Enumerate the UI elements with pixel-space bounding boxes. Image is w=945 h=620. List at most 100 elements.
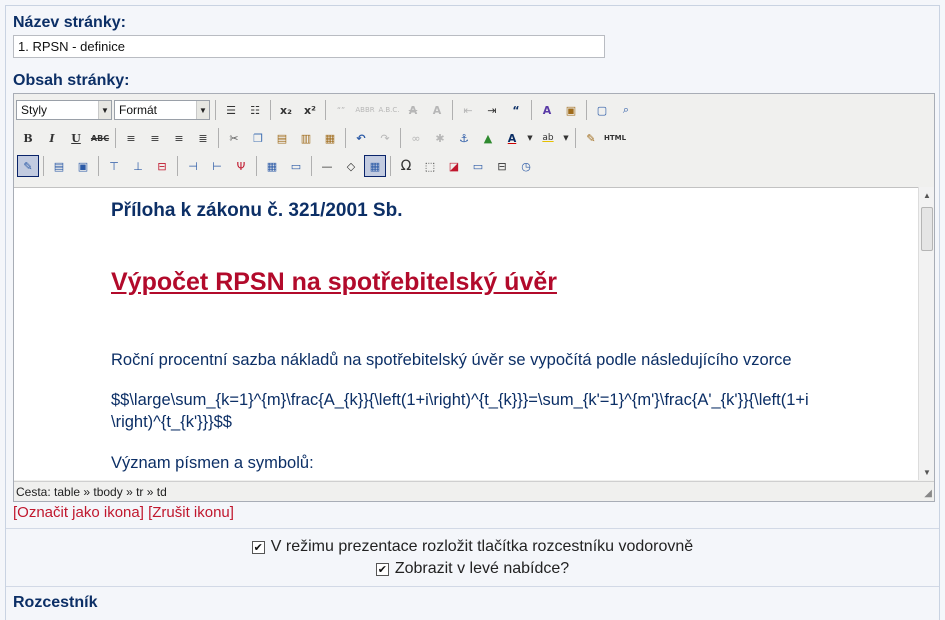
split-cells-icon[interactable]: ▦ <box>261 155 283 177</box>
link-icon[interactable]: ∞ <box>405 127 427 149</box>
chevron-down-icon[interactable]: ▼ <box>525 127 535 149</box>
left-menu-checkbox[interactable]: ✔ <box>375 562 389 576</box>
mark-as-icon-link[interactable]: [Označit jako ikona] <box>13 504 144 521</box>
toolbar-separator <box>218 128 219 148</box>
toolbar-separator <box>311 156 312 176</box>
align-left-icon[interactable]: ≡ <box>120 127 142 149</box>
meaning-paragraph: Význam písmen a symbolů: <box>111 454 314 472</box>
format-select-value: Formát <box>119 103 158 117</box>
insert-row-before-icon[interactable]: ⊤ <box>103 155 125 177</box>
outdent-icon[interactable]: ⇤ <box>457 99 479 121</box>
chevron-down-icon[interactable]: ▼ <box>561 127 571 149</box>
italic-icon[interactable]: I <box>41 127 63 149</box>
undo-icon[interactable]: ↶ <box>350 127 372 149</box>
insert-col-before-icon[interactable]: ⊣ <box>182 155 204 177</box>
numbered-list-icon[interactable]: ☷ <box>244 99 266 121</box>
editor-content-area[interactable]: Příloha k zákonu č. 321/2001 Sb. Výpočet… <box>14 187 918 480</box>
copy-icon[interactable]: ❐ <box>247 127 269 149</box>
template-icon[interactable]: ▣ <box>560 99 582 121</box>
scroll-thumb[interactable] <box>921 207 933 251</box>
cancel-icon-link[interactable]: [Zrušit ikonu] <box>148 504 234 521</box>
left-menu-option[interactable]: ✔ Zobrazit v levé nabídce? <box>6 560 939 578</box>
insert-time-icon[interactable]: ◷ <box>515 155 537 177</box>
table-row-props-icon[interactable]: ▤ <box>48 155 70 177</box>
media-icon[interactable]: ⬚ <box>419 155 441 177</box>
text-color-icon[interactable]: A <box>501 127 523 149</box>
horizontal-buttons-checkbox[interactable]: ✔ <box>251 540 265 554</box>
paste-icon[interactable]: ▤ <box>271 127 293 149</box>
table-icon[interactable]: ▦ <box>364 155 386 177</box>
bold-icon[interactable]: B <box>17 127 39 149</box>
merge-cells-icon[interactable]: ▭ <box>285 155 307 177</box>
paste-text-icon[interactable]: ▥ <box>295 127 317 149</box>
align-center-icon[interactable]: ≡ <box>144 127 166 149</box>
horizontal-buttons-option[interactable]: ✔ V režimu prezentace rozložit tlačítka … <box>6 538 939 556</box>
scroll-up-arrow-icon[interactable]: ▲ <box>919 187 935 203</box>
toolbar-separator <box>531 100 532 120</box>
resize-grip-icon[interactable]: ◢ <box>924 488 932 499</box>
cut-icon[interactable]: ✂ <box>223 127 245 149</box>
spellcheck-icon[interactable]: A <box>536 99 558 121</box>
cite-icon[interactable]: “” <box>330 99 352 121</box>
visual-aid-icon[interactable]: ✎ <box>17 155 39 177</box>
paste-word-icon[interactable]: ▦ <box>319 127 341 149</box>
styles-select-value: Styly <box>21 103 48 117</box>
search-icon[interactable]: ⌕ <box>615 99 637 121</box>
html-source-button[interactable]: HTML <box>604 127 626 149</box>
anchor-icon[interactable]: ⚓ <box>453 127 475 149</box>
toolbar-row-1: Styly ▼ Formát ▼ ☰ ☷ x₂ x² “” ABBR A.B.C… <box>16 97 638 123</box>
format-select[interactable]: Formát ▼ <box>114 100 210 120</box>
insert-col-after-icon[interactable]: ⊢ <box>206 155 228 177</box>
toolbar-separator <box>345 128 346 148</box>
element-path[interactable]: Cesta: table » tbody » tr » td <box>16 485 167 499</box>
page-break-icon[interactable]: ⊟ <box>491 155 513 177</box>
chevron-down-icon: ▼ <box>98 101 111 119</box>
icon-links: [Označit jako ikona] [Zrušit ikonu] <box>13 504 234 521</box>
image-icon[interactable]: ▲ <box>477 127 499 149</box>
align-justify-icon[interactable]: ≣ <box>192 127 214 149</box>
redo-icon[interactable]: ↷ <box>374 127 396 149</box>
toolbar-separator <box>400 128 401 148</box>
indent-icon[interactable]: ⇥ <box>481 99 503 121</box>
underline-icon[interactable]: U <box>65 127 87 149</box>
editor-vertical-scrollbar[interactable]: ▲ ▼ <box>918 187 934 480</box>
rich-text-editor: Styly ▼ Formát ▼ ☰ ☷ x₂ x² “” ABBR A.B.C… <box>13 93 935 502</box>
page-name-input[interactable] <box>13 35 605 58</box>
insert-row-after-icon[interactable]: ⊥ <box>127 155 149 177</box>
acronym-icon[interactable]: A.B.C. <box>378 99 400 121</box>
delete-row-icon[interactable]: ⊟ <box>151 155 173 177</box>
cleanup-icon[interactable]: ✎ <box>580 127 602 149</box>
flash-icon[interactable]: ◪ <box>443 155 465 177</box>
toolbar-separator <box>115 128 116 148</box>
title-heading: Výpočet RPSN na spotřebitelský úvěr <box>111 268 557 296</box>
styles-select[interactable]: Styly ▼ <box>16 100 112 120</box>
delete-col-icon[interactable]: Ψ <box>230 155 252 177</box>
editor-status-bar: Cesta: table » tbody » tr » td ◢ <box>14 481 934 501</box>
unlink-icon[interactable]: ✱ <box>429 127 451 149</box>
highlight-color-icon[interactable]: ab <box>537 127 559 149</box>
toolbar-separator <box>215 100 216 120</box>
page-edit-panel: Název stránky: Obsah stránky: Styly ▼ Fo… <box>5 5 940 620</box>
editor-toolbar: Styly ▼ Formát ▼ ☰ ☷ x₂ x² “” ABBR A.B.C… <box>14 94 934 184</box>
blockquote-icon[interactable]: “ <box>505 99 527 121</box>
ins-icon[interactable]: A <box>426 99 448 121</box>
align-right-icon[interactable]: ≡ <box>168 127 190 149</box>
superscript-icon[interactable]: x² <box>299 99 321 121</box>
strikethrough-icon[interactable]: ABC <box>89 127 111 149</box>
iframe-icon[interactable]: ▭ <box>467 155 489 177</box>
subscript-icon[interactable]: x₂ <box>275 99 297 121</box>
scroll-down-arrow-icon[interactable]: ▼ <box>919 464 935 480</box>
section-divider <box>6 528 939 529</box>
table-cell-props-icon[interactable]: ▣ <box>72 155 94 177</box>
horizontal-buttons-label: V režimu prezentace rozložit tlačítka ro… <box>270 538 694 555</box>
toolbar-separator <box>98 156 99 176</box>
abbr-icon[interactable]: ABBR <box>354 99 376 121</box>
formula-line-2: \right)^{t_{k'}}}$$ <box>111 413 232 431</box>
toolbar-separator <box>452 100 453 120</box>
preview-icon[interactable]: ▢ <box>591 99 613 121</box>
bullet-list-icon[interactable]: ☰ <box>220 99 242 121</box>
remove-format-icon[interactable]: ◇ <box>340 155 362 177</box>
special-char-icon[interactable]: Ω <box>395 155 417 177</box>
horizontal-rule-icon[interactable]: — <box>316 155 338 177</box>
del-icon[interactable]: A <box>402 99 424 121</box>
